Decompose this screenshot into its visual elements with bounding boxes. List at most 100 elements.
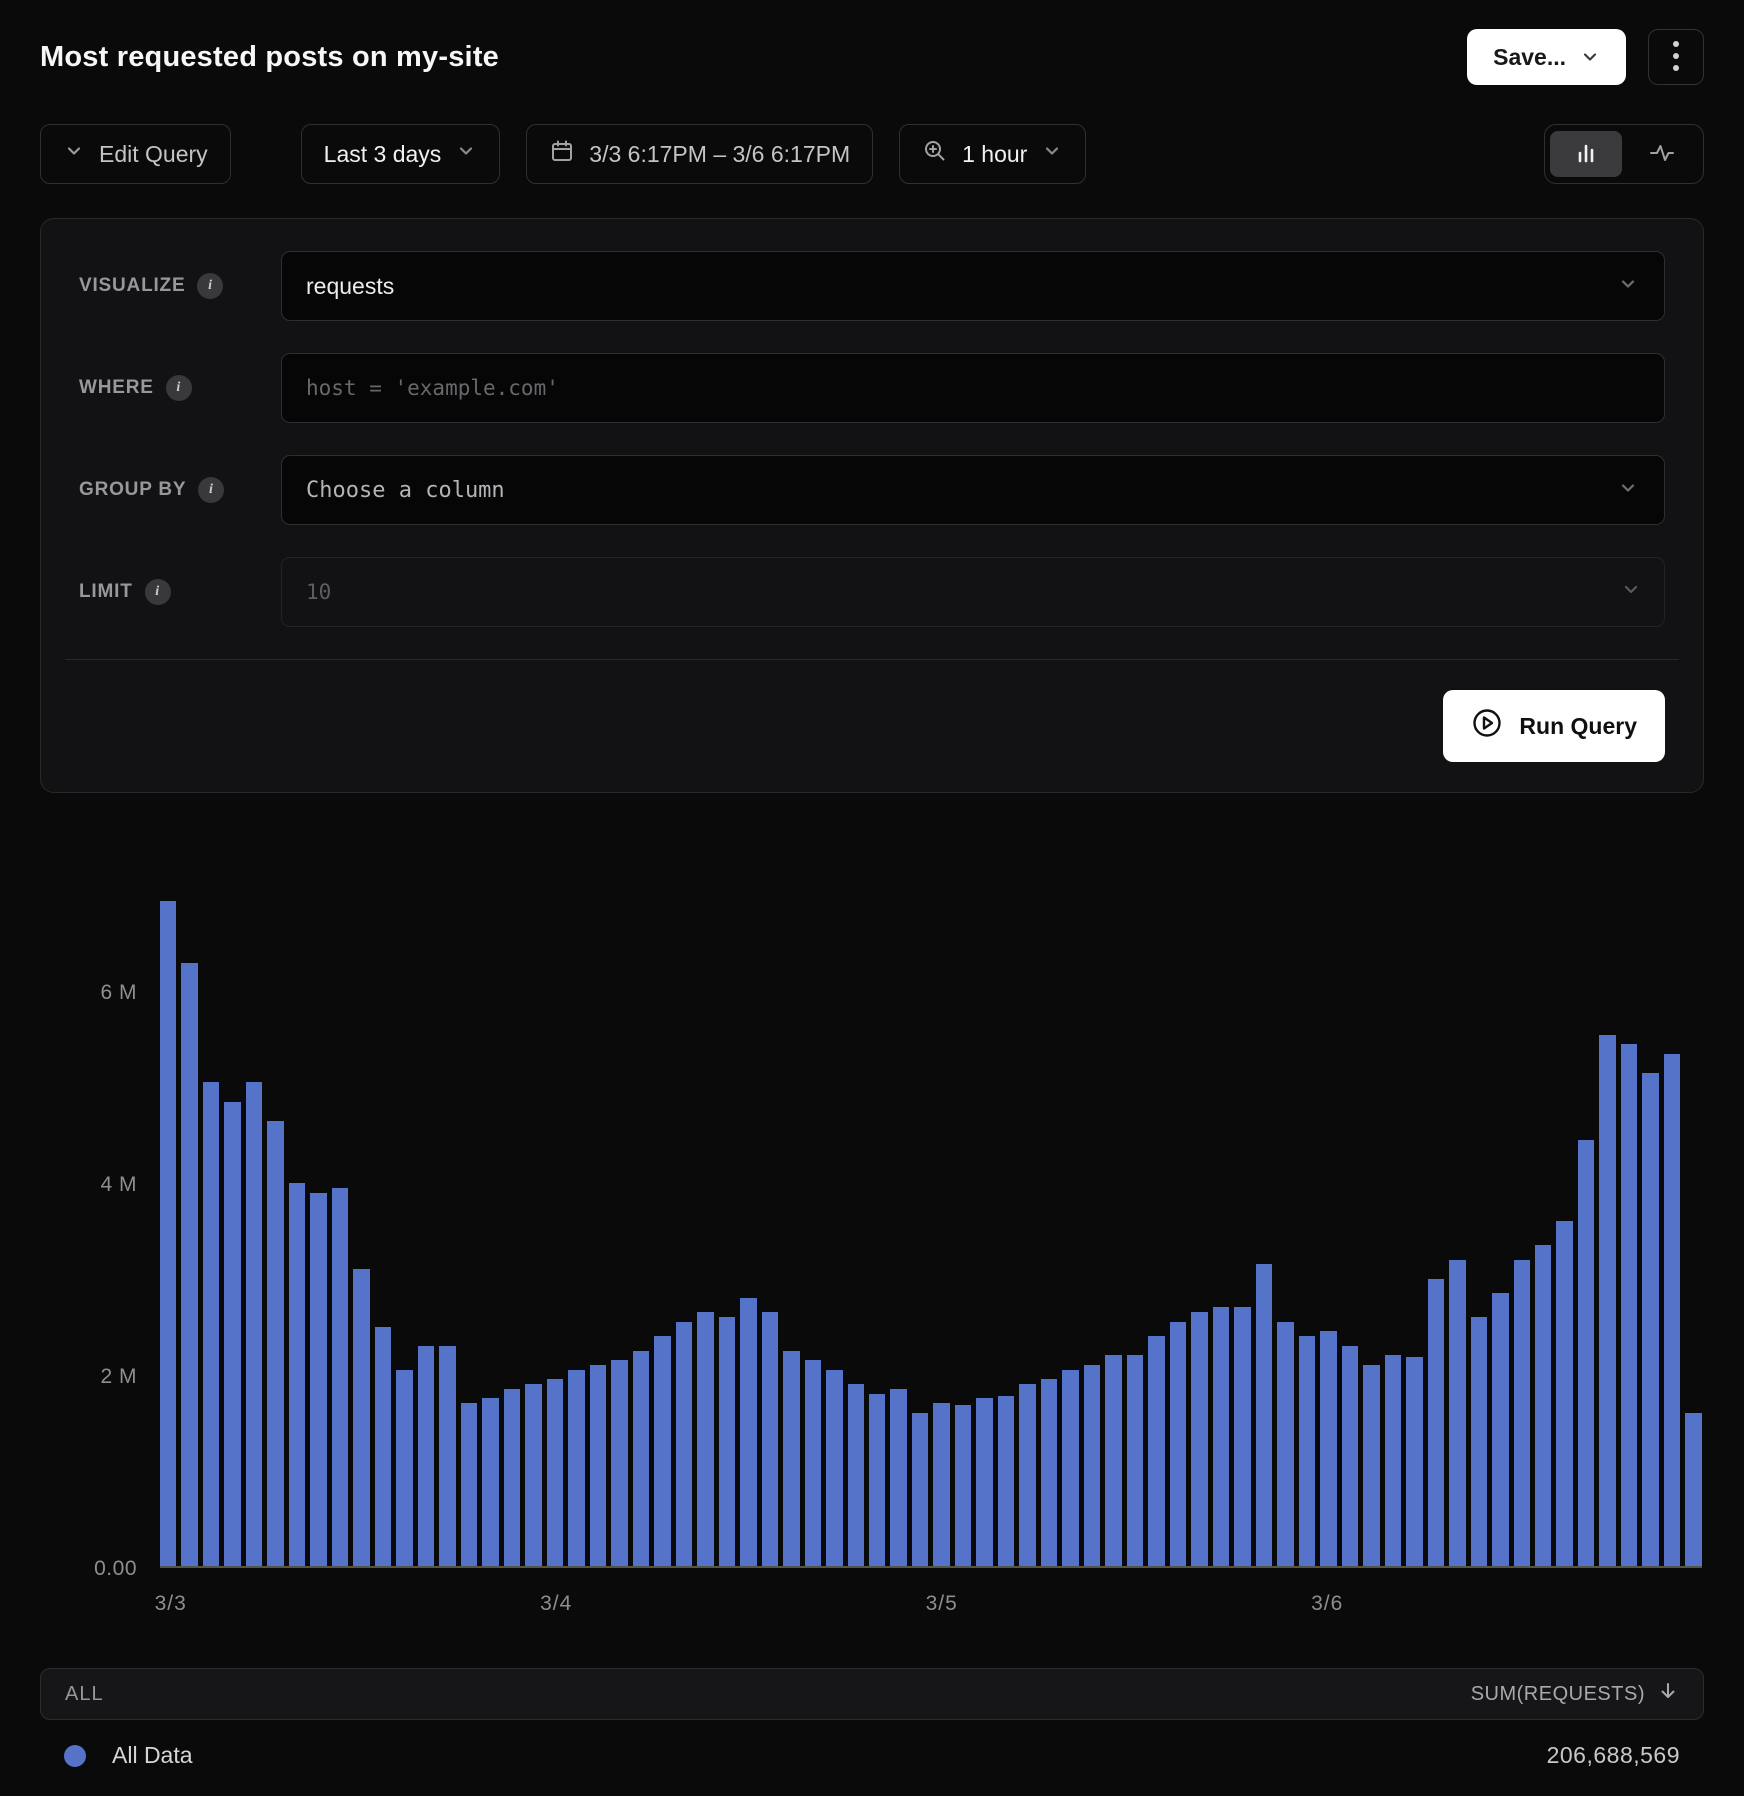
save-button-label: Save...	[1493, 44, 1566, 71]
calendar-icon	[549, 138, 575, 170]
chart-bar	[1105, 1355, 1121, 1566]
sort-column-label: SUM(REQUESTS)	[1471, 1683, 1645, 1706]
chart-bar	[504, 1389, 520, 1566]
chart-bar	[697, 1312, 713, 1566]
chart-bar	[1256, 1264, 1272, 1566]
chart-bar	[1320, 1331, 1336, 1566]
chart-bar	[805, 1360, 821, 1566]
chevron-down-icon	[455, 140, 477, 168]
chart-bar	[611, 1360, 627, 1566]
chart-bar	[203, 1082, 219, 1566]
chart-bar	[955, 1405, 971, 1566]
chart-bar	[439, 1346, 455, 1566]
group-by-select[interactable]: Choose a column	[281, 455, 1665, 525]
bar-chart-icon	[1573, 140, 1599, 169]
kebab-icon	[1672, 39, 1680, 76]
form-divider	[65, 659, 1679, 660]
chart-bar	[1234, 1307, 1250, 1566]
chart-bar	[1019, 1384, 1035, 1566]
chart-bar	[1148, 1336, 1164, 1566]
edit-query-label: Edit Query	[99, 141, 208, 168]
edit-query-toggle[interactable]: Edit Query	[40, 124, 231, 184]
visualize-label: VISUALIZE	[79, 275, 185, 297]
save-button[interactable]: Save...	[1467, 29, 1626, 85]
date-range-picker[interactable]: 3/3 6:17PM – 3/6 6:17PM	[526, 124, 873, 184]
chart-bar	[1213, 1307, 1229, 1566]
group-by-placeholder: Choose a column	[306, 478, 505, 503]
chart-bar	[1191, 1312, 1207, 1566]
chart-bar	[869, 1394, 885, 1566]
chart-bar	[590, 1365, 606, 1566]
time-range-label: Last 3 days	[324, 141, 442, 168]
info-icon[interactable]: i	[197, 273, 223, 299]
chart-bar	[1471, 1317, 1487, 1566]
query-builder-page: Most requested posts on my-site Save... …	[0, 0, 1744, 1796]
chevron-down-icon	[1580, 47, 1600, 67]
info-icon[interactable]: i	[166, 375, 192, 401]
bar-chart-toggle-button[interactable]	[1550, 131, 1622, 177]
chart-bar	[1621, 1044, 1637, 1566]
run-query-label: Run Query	[1519, 713, 1637, 740]
y-tick-label: 6 M	[40, 981, 137, 1005]
where-input[interactable]	[281, 353, 1665, 423]
series-row[interactable]: All Data 206,688,569	[40, 1720, 1704, 1769]
chart-bar	[353, 1269, 369, 1566]
chart-bar	[933, 1403, 949, 1566]
chevron-down-icon	[63, 140, 85, 168]
chart-bar	[1299, 1336, 1315, 1566]
date-range-value: 3/3 6:17PM – 3/6 6:17PM	[589, 141, 850, 168]
visualize-label-group: VISUALIZE i	[79, 273, 281, 299]
limit-input[interactable]	[281, 557, 1665, 627]
chart-bar	[633, 1351, 649, 1566]
chart-bar	[160, 901, 176, 1566]
info-icon[interactable]: i	[198, 477, 224, 503]
series-legend[interactable]: All Data	[64, 1742, 193, 1769]
requests-bar-chart: 0.002 M4 M6 M 3/33/43/53/6	[40, 793, 1704, 1668]
chart-bar	[826, 1370, 842, 1566]
line-chart-toggle-button[interactable]	[1626, 131, 1698, 177]
x-tick-label: 3/5	[926, 1592, 958, 1616]
sort-column-header[interactable]: SUM(REQUESTS)	[1471, 1680, 1679, 1708]
where-label: WHERE	[79, 377, 154, 399]
chart-bar	[482, 1398, 498, 1566]
chart-bar	[1363, 1365, 1379, 1566]
chart-plot-area	[160, 867, 1702, 1568]
chart-bar	[783, 1351, 799, 1566]
chart-bar	[310, 1193, 326, 1566]
chart-bar	[332, 1188, 348, 1566]
more-options-button[interactable]	[1648, 29, 1704, 85]
chart-bar	[267, 1121, 283, 1566]
x-tick-label: 3/3	[155, 1592, 187, 1616]
chart-bar	[1642, 1073, 1658, 1566]
chart-bar	[1406, 1357, 1422, 1566]
info-icon[interactable]: i	[145, 579, 171, 605]
chart-bar	[1599, 1035, 1615, 1566]
chart-bar	[224, 1102, 240, 1566]
where-label-group: WHERE i	[79, 375, 281, 401]
page-title: Most requested posts on my-site	[40, 41, 499, 74]
time-range-select[interactable]: Last 3 days	[301, 124, 501, 184]
results-summary: ALL SUM(REQUESTS) All Data 206,688,569	[40, 1668, 1704, 1769]
chart-bar	[289, 1183, 305, 1566]
run-query-button[interactable]: Run Query	[1443, 690, 1665, 762]
play-circle-icon	[1471, 707, 1503, 745]
chart-bar	[848, 1384, 864, 1566]
chart-bar	[1449, 1260, 1465, 1566]
interval-select[interactable]: 1 hour	[899, 124, 1086, 184]
y-tick-label: 4 M	[40, 1173, 137, 1197]
limit-row: LIMIT i	[79, 557, 1665, 627]
chart-bar	[676, 1322, 692, 1566]
group-by-label: GROUP BY	[79, 479, 186, 501]
chart-bar	[375, 1327, 391, 1566]
chart-bar	[654, 1336, 670, 1566]
visualize-select[interactable]: requests	[281, 251, 1665, 321]
chart-bar	[246, 1082, 262, 1566]
chart-bar	[1277, 1322, 1293, 1566]
chart-bar	[998, 1396, 1014, 1566]
chart-bar	[1578, 1140, 1594, 1566]
chart-bar	[1535, 1245, 1551, 1566]
chart-bar	[1127, 1355, 1143, 1566]
chart-bar	[762, 1312, 778, 1566]
visualize-value: requests	[306, 273, 394, 300]
chart-bar	[1385, 1355, 1401, 1566]
